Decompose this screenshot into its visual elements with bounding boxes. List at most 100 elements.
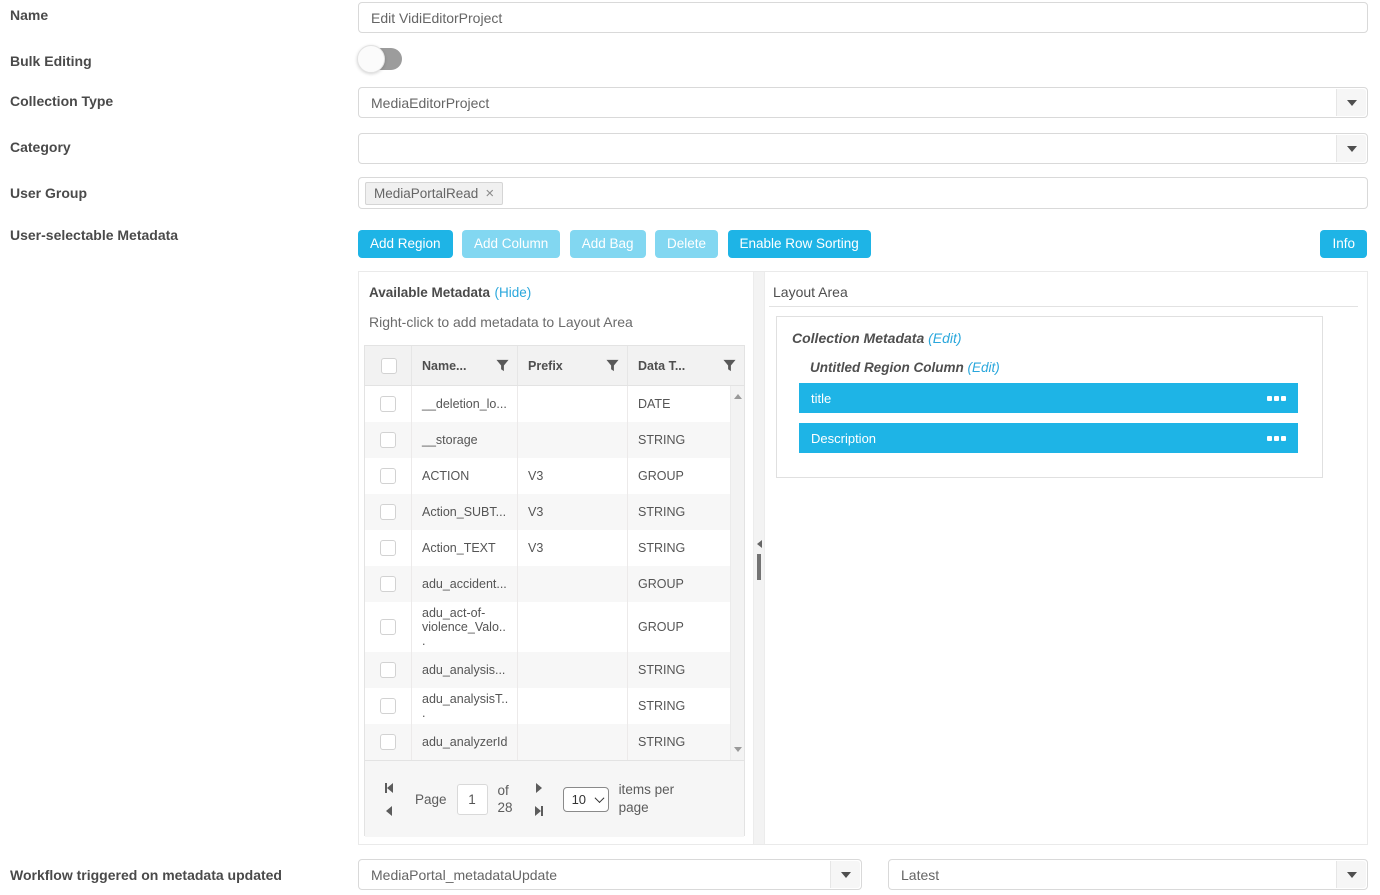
delete-button[interactable]: Delete: [655, 230, 718, 258]
first-page-icon[interactable]: [385, 783, 393, 793]
row-checkbox[interactable]: [380, 576, 396, 592]
table-header: Name... Prefix Data T...: [365, 346, 744, 386]
category-dropdown-arrow[interactable]: [1336, 135, 1366, 162]
add-region-button[interactable]: Add Region: [358, 230, 453, 258]
table-body: __deletion_lo... DATE __storage STRING A…: [365, 386, 744, 760]
name-input-value: Edit VidiEditorProject: [371, 10, 502, 26]
category-label: Category: [10, 139, 71, 155]
name-input[interactable]: Edit VidiEditorProject: [358, 2, 1368, 33]
cell-data-type: GROUP: [627, 458, 730, 494]
layout-item-description[interactable]: Description: [799, 423, 1298, 453]
hide-link[interactable]: (Hide): [495, 285, 532, 300]
cell-data-type: STRING: [627, 652, 730, 688]
edit-collection-metadata-link[interactable]: (Edit): [928, 330, 961, 346]
collection-type-dropdown-arrow[interactable]: [1336, 89, 1366, 116]
row-checkbox[interactable]: [380, 698, 396, 714]
workflow-dropdown[interactable]: MediaPortal_metadataUpdate: [358, 859, 862, 890]
splitter-drag-handle[interactable]: [757, 554, 761, 580]
right-click-hint: Right-click to add metadata to Layout Ar…: [369, 314, 633, 330]
cell-data-type: STRING: [627, 688, 730, 724]
row-checkbox[interactable]: [380, 468, 396, 484]
total-pages: 28: [498, 799, 513, 816]
layout-area-pane: Layout Area Collection Metadata (Edit) U…: [765, 272, 1367, 844]
row-checkbox[interactable]: [380, 619, 396, 635]
layout-item-title[interactable]: title: [799, 383, 1298, 413]
row-checkbox[interactable]: [380, 396, 396, 412]
info-button[interactable]: Info: [1320, 230, 1367, 258]
prev-page-icon[interactable]: [386, 806, 392, 816]
cell-prefix: V3: [517, 458, 627, 494]
table-row[interactable]: Action_SUBT... V3 STRING: [365, 494, 732, 530]
workflow-value: MediaPortal_metadataUpdate: [371, 867, 557, 883]
chevron-down-icon: [1347, 146, 1357, 152]
category-dropdown[interactable]: [358, 133, 1368, 164]
table-row[interactable]: Action_TEXT V3 STRING: [365, 530, 732, 566]
cell-prefix: [517, 602, 627, 652]
workflow-version-dropdown-arrow[interactable]: [1336, 861, 1366, 888]
cell-name: adu_analysisT...: [411, 688, 517, 724]
last-page-icon[interactable]: [535, 806, 543, 816]
scroll-up-icon[interactable]: [734, 394, 742, 399]
available-metadata-title: Available Metadata: [369, 285, 490, 300]
layout-item-label: Description: [811, 431, 876, 446]
cell-data-type: STRING: [627, 530, 730, 566]
row-checkbox[interactable]: [380, 734, 396, 750]
table-row[interactable]: __deletion_lo... DATE: [365, 386, 732, 422]
drag-handle-icon[interactable]: [1267, 396, 1286, 401]
collection-type-dropdown[interactable]: MediaEditorProject: [358, 87, 1368, 118]
filter-icon[interactable]: [606, 359, 619, 372]
row-checkbox[interactable]: [380, 662, 396, 678]
row-checkbox[interactable]: [380, 540, 396, 556]
table-row[interactable]: adu_act-of-violence_Valo... GROUP: [365, 602, 732, 652]
table-row[interactable]: adu_accident... GROUP: [365, 566, 732, 602]
table-row[interactable]: adu_analysisT... STRING: [365, 688, 732, 724]
add-column-button[interactable]: Add Column: [462, 230, 560, 258]
table-row[interactable]: adu_analyzerId STRING: [365, 724, 732, 760]
enable-row-sorting-button[interactable]: Enable Row Sorting: [728, 230, 871, 258]
workflow-version-value: Latest: [901, 867, 939, 883]
toggle-knob: [357, 45, 385, 73]
page-number-input[interactable]: [457, 784, 488, 815]
cell-prefix: [517, 422, 627, 458]
cell-data-type: STRING: [627, 724, 730, 760]
table-row[interactable]: ACTION V3 GROUP: [365, 458, 732, 494]
table-scrollbar[interactable]: [730, 386, 744, 760]
chevron-down-icon: [841, 872, 851, 878]
table-row[interactable]: adu_analysis... STRING: [365, 652, 732, 688]
filter-icon[interactable]: [496, 359, 509, 372]
cell-data-type: GROUP: [627, 602, 730, 652]
cell-prefix: V3: [517, 530, 627, 566]
page-size-select[interactable]: 10: [563, 787, 609, 812]
cell-name: adu_analysis...: [411, 652, 517, 688]
select-all-checkbox[interactable]: [381, 358, 397, 374]
collection-editor-screen: Name Bulk Editing Collection Type Catego…: [0, 0, 1380, 895]
prefix-column-header: Prefix: [528, 359, 563, 373]
workflow-dropdown-arrow[interactable]: [830, 861, 860, 888]
cell-name: Action_TEXT: [411, 530, 517, 566]
cell-name: Action_SUBT...: [411, 494, 517, 530]
filter-icon[interactable]: [723, 359, 736, 372]
layout-area-box: Collection Metadata (Edit) Untitled Regi…: [776, 316, 1323, 478]
edit-region-column-link[interactable]: (Edit): [968, 360, 1000, 375]
name-column-header: Name...: [422, 359, 466, 373]
row-checkbox[interactable]: [380, 432, 396, 448]
remove-tag-icon[interactable]: ×: [485, 186, 494, 201]
collapse-left-icon[interactable]: [757, 540, 762, 548]
user-group-tag[interactable]: MediaPortalRead ×: [365, 182, 503, 205]
user-group-multiselect[interactable]: MediaPortalRead ×: [358, 177, 1368, 209]
table-row[interactable]: __storage STRING: [365, 422, 732, 458]
metadata-toolbar: Add Region Add Column Add Bag Delete Ena…: [358, 230, 1368, 258]
workflow-version-dropdown[interactable]: Latest: [888, 859, 1368, 890]
row-checkbox[interactable]: [380, 504, 396, 520]
panel-splitter[interactable]: [753, 272, 765, 844]
user-group-tag-label: MediaPortalRead: [374, 186, 478, 201]
drag-handle-icon[interactable]: [1267, 436, 1286, 441]
add-bag-button[interactable]: Add Bag: [570, 230, 646, 258]
next-page-icon[interactable]: [536, 783, 542, 793]
bulk-editing-toggle[interactable]: [360, 48, 402, 70]
items-per-page-label: items per page: [619, 781, 683, 817]
chevron-down-icon: [1347, 872, 1357, 878]
scroll-down-icon[interactable]: [734, 747, 742, 752]
collection-metadata-label: Collection Metadata: [792, 330, 924, 346]
cell-data-type: GROUP: [627, 566, 730, 602]
